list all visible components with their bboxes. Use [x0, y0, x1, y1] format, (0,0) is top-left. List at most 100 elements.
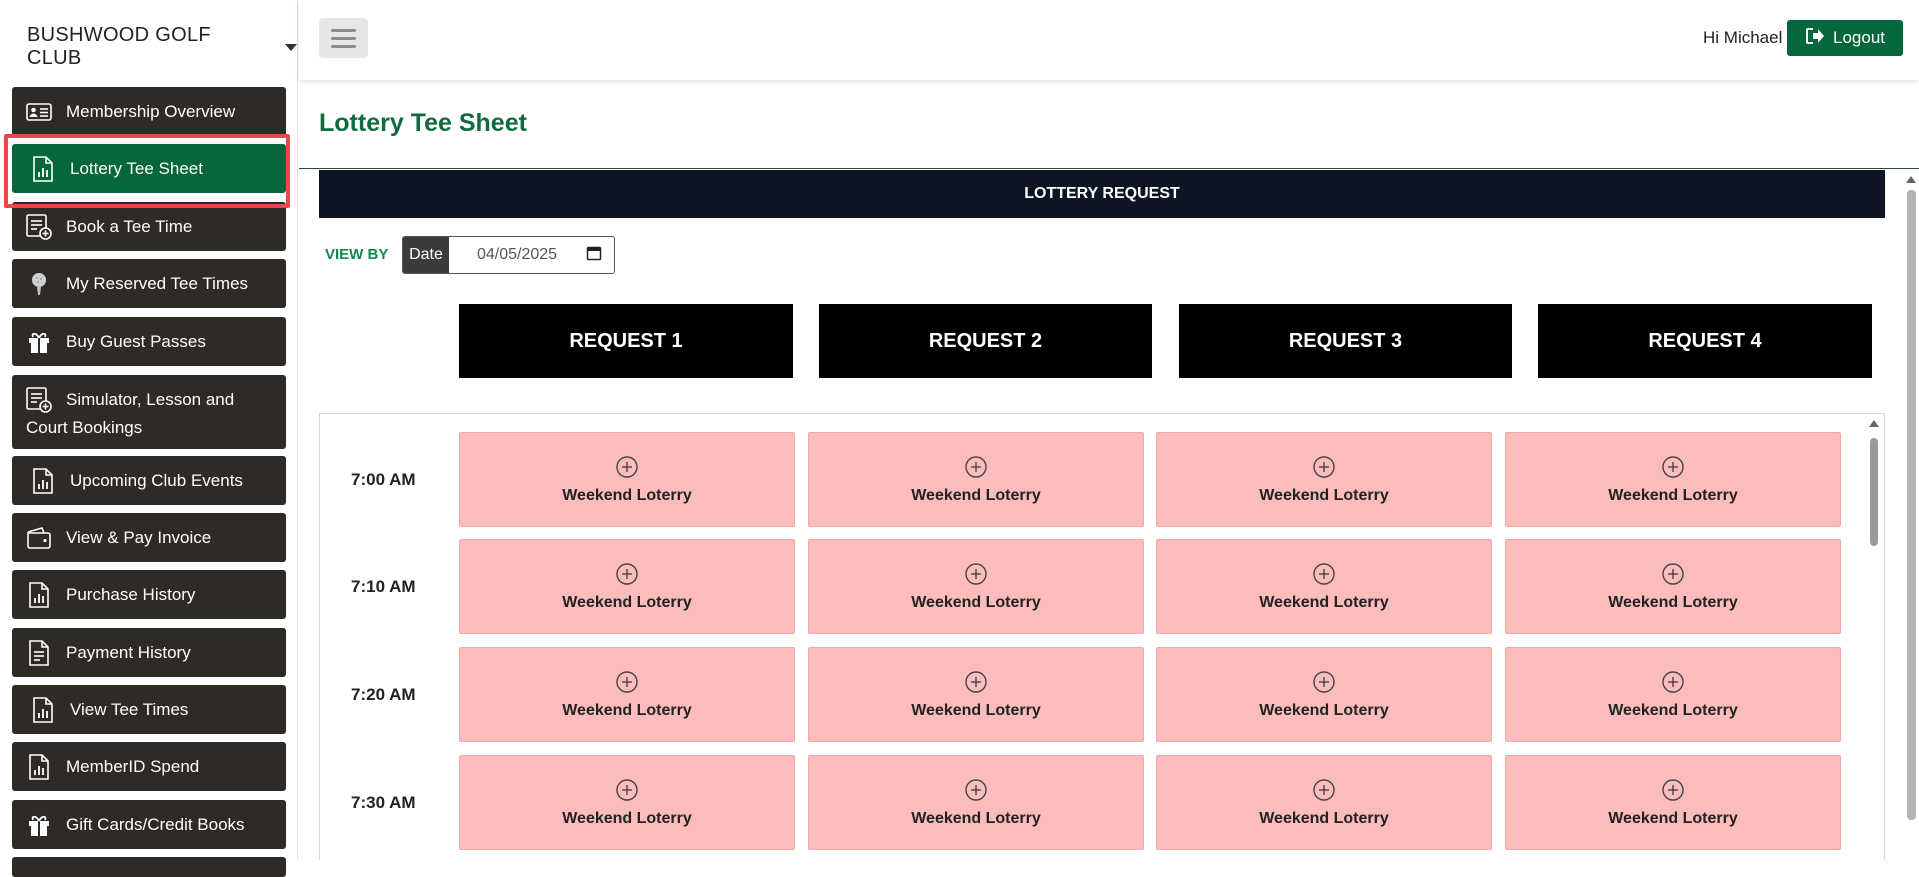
plus-circle-icon [965, 562, 987, 585]
sidebar-item-label: Upcoming Club Events [70, 470, 243, 490]
scroll-up-icon[interactable] [1869, 420, 1879, 427]
list-add-icon [26, 213, 52, 240]
sidebar-item-label: Purchase History [66, 584, 196, 604]
plus-circle-icon [1313, 455, 1335, 478]
slot-cell[interactable]: Weekend Loterry [1156, 432, 1492, 527]
caret-down-icon [285, 43, 297, 51]
wallet-icon [26, 525, 52, 551]
logout-button[interactable]: Logout [1787, 20, 1903, 56]
slot-label: Weekend Loterry [911, 809, 1041, 827]
lottery-request-banner: LOTTERY REQUEST [319, 170, 1885, 218]
plus-circle-icon [616, 778, 638, 801]
slot-cell[interactable]: Weekend Loterry [808, 755, 1144, 850]
plus-circle-icon [616, 562, 638, 585]
date-label: Date [403, 237, 449, 273]
sidebar-item-buy-guest-passes[interactable]: Buy Guest Passes [12, 317, 286, 366]
slot-cell[interactable]: Weekend Loterry [1156, 539, 1492, 634]
sidebar-item-gift-cards[interactable]: Gift Cards/Credit Books [12, 800, 286, 849]
time-label: 7:10 AM [351, 577, 416, 596]
logout-label: Logout [1833, 28, 1885, 47]
slot-cell[interactable]: Weekend Loterry [459, 755, 795, 850]
sidebar-item-memberid-spend[interactable]: MemberID Spend [12, 742, 286, 791]
sidebar-item-more[interactable] [12, 857, 286, 877]
slot-cell[interactable]: Weekend Loterry [1505, 432, 1841, 527]
sidebar-item-label: Payment History [66, 642, 191, 662]
slot-label: Weekend Loterry [1259, 486, 1389, 504]
divider [299, 168, 1919, 169]
slot-label: Weekend Loterry [1608, 701, 1738, 719]
slot-cell[interactable]: Weekend Loterry [459, 432, 795, 527]
sidebar-item-label: Buy Guest Passes [66, 331, 206, 351]
slot-cell[interactable]: Weekend Loterry [808, 539, 1144, 634]
date-picker[interactable]: Date 04/05/2025 [402, 236, 615, 274]
report-icon [30, 696, 56, 723]
sign-out-icon [1805, 27, 1825, 50]
sidebar-item-view-pay-invoice[interactable]: View & Pay Invoice [12, 513, 286, 562]
hamburger-icon [331, 44, 356, 48]
id-card-icon [26, 99, 52, 125]
document-icon [26, 639, 52, 666]
calendar-icon[interactable] [586, 245, 602, 266]
date-input[interactable]: 04/05/2025 [449, 237, 614, 273]
hamburger-icon [331, 28, 356, 32]
club-selector[interactable]: BUSHWOOD GOLF CLUB [27, 24, 297, 70]
slot-label: Weekend Loterry [911, 701, 1041, 719]
plus-circle-icon [616, 670, 638, 693]
slot-label: Weekend Loterry [562, 593, 692, 611]
slot-cell[interactable]: Weekend Loterry [808, 647, 1144, 742]
sidebar-item-label: View & Pay Invoice [66, 527, 212, 547]
slot-cell[interactable]: Weekend Loterry [1505, 539, 1841, 634]
slot-label: Weekend Loterry [1608, 593, 1738, 611]
club-name: BUSHWOOD GOLF CLUB [27, 24, 211, 69]
sidebar-item-label: My Reserved Tee Times [66, 273, 249, 293]
sidebar-item-label: MemberID Spend [66, 756, 200, 776]
report-icon [30, 155, 56, 182]
top-bar: Hi Michael Logout [299, 0, 1919, 80]
page-scrollbar[interactable] [1903, 172, 1919, 860]
slot-cell[interactable]: Weekend Loterry [808, 432, 1144, 527]
slot-label: Weekend Loterry [1259, 701, 1389, 719]
sidebar-item-payment-history[interactable]: Payment History [12, 628, 286, 677]
slot-label: Weekend Loterry [1259, 809, 1389, 827]
slot-cell[interactable]: Weekend Loterry [1156, 755, 1492, 850]
grid-scrollbar[interactable] [1865, 416, 1883, 856]
sidebar-item-purchase-history[interactable]: Purchase History [12, 570, 286, 619]
sidebar-item-book-tee-time[interactable]: Book a Tee Time [12, 202, 286, 251]
date-value: 04/05/2025 [477, 246, 558, 263]
plus-circle-icon [965, 670, 987, 693]
scrollbar-thumb[interactable] [1907, 190, 1916, 820]
plus-circle-icon [1662, 562, 1684, 585]
sidebar-item-label: Membership Overview [66, 101, 236, 121]
menu-toggle-button[interactable] [319, 18, 368, 58]
scroll-up-icon[interactable] [1906, 176, 1916, 183]
slot-cell[interactable]: Weekend Loterry [1505, 647, 1841, 742]
request-4-header[interactable]: REQUEST 4 [1538, 304, 1872, 378]
gift-icon [26, 329, 52, 355]
list-add-icon [26, 387, 52, 413]
sidebar-item-membership-overview[interactable]: Membership Overview [12, 87, 286, 136]
plus-circle-icon [965, 778, 987, 801]
sidebar-item-upcoming-club-events[interactable]: Upcoming Club Events [12, 456, 286, 505]
slot-cell[interactable]: Weekend Loterry [459, 647, 795, 742]
scrollbar-thumb[interactable] [1870, 438, 1878, 546]
view-by-label: VIEW BY [325, 246, 389, 263]
plus-circle-icon [965, 455, 987, 478]
plus-circle-icon [1662, 455, 1684, 478]
request-1-header[interactable]: REQUEST 1 [459, 304, 793, 378]
report-icon [26, 753, 52, 780]
gift-icon [26, 812, 52, 838]
sidebar-item-label-line1: Simulator, Lesson and [66, 390, 235, 409]
sidebar-item-simulator-bookings[interactable]: Simulator, Lesson and Court Bookings [12, 375, 286, 449]
request-2-header[interactable]: REQUEST 2 [819, 304, 1152, 378]
slot-label: Weekend Loterry [1608, 486, 1738, 504]
time-label: 7:00 AM [351, 470, 416, 489]
slot-cell[interactable]: Weekend Loterry [1156, 647, 1492, 742]
request-3-header[interactable]: REQUEST 3 [1179, 304, 1512, 378]
sidebar-item-label-line2: Court Bookings [26, 418, 143, 437]
sidebar-item-my-reserved-tee-times[interactable]: My Reserved Tee Times [12, 259, 286, 308]
sidebar-item-lottery-tee-sheet[interactable]: Lottery Tee Sheet [12, 144, 286, 193]
sidebar-item-view-tee-times[interactable]: View Tee Times [12, 685, 286, 734]
slot-cell[interactable]: Weekend Loterry [459, 539, 795, 634]
slot-label: Weekend Loterry [1608, 809, 1738, 827]
slot-cell[interactable]: Weekend Loterry [1505, 755, 1841, 850]
